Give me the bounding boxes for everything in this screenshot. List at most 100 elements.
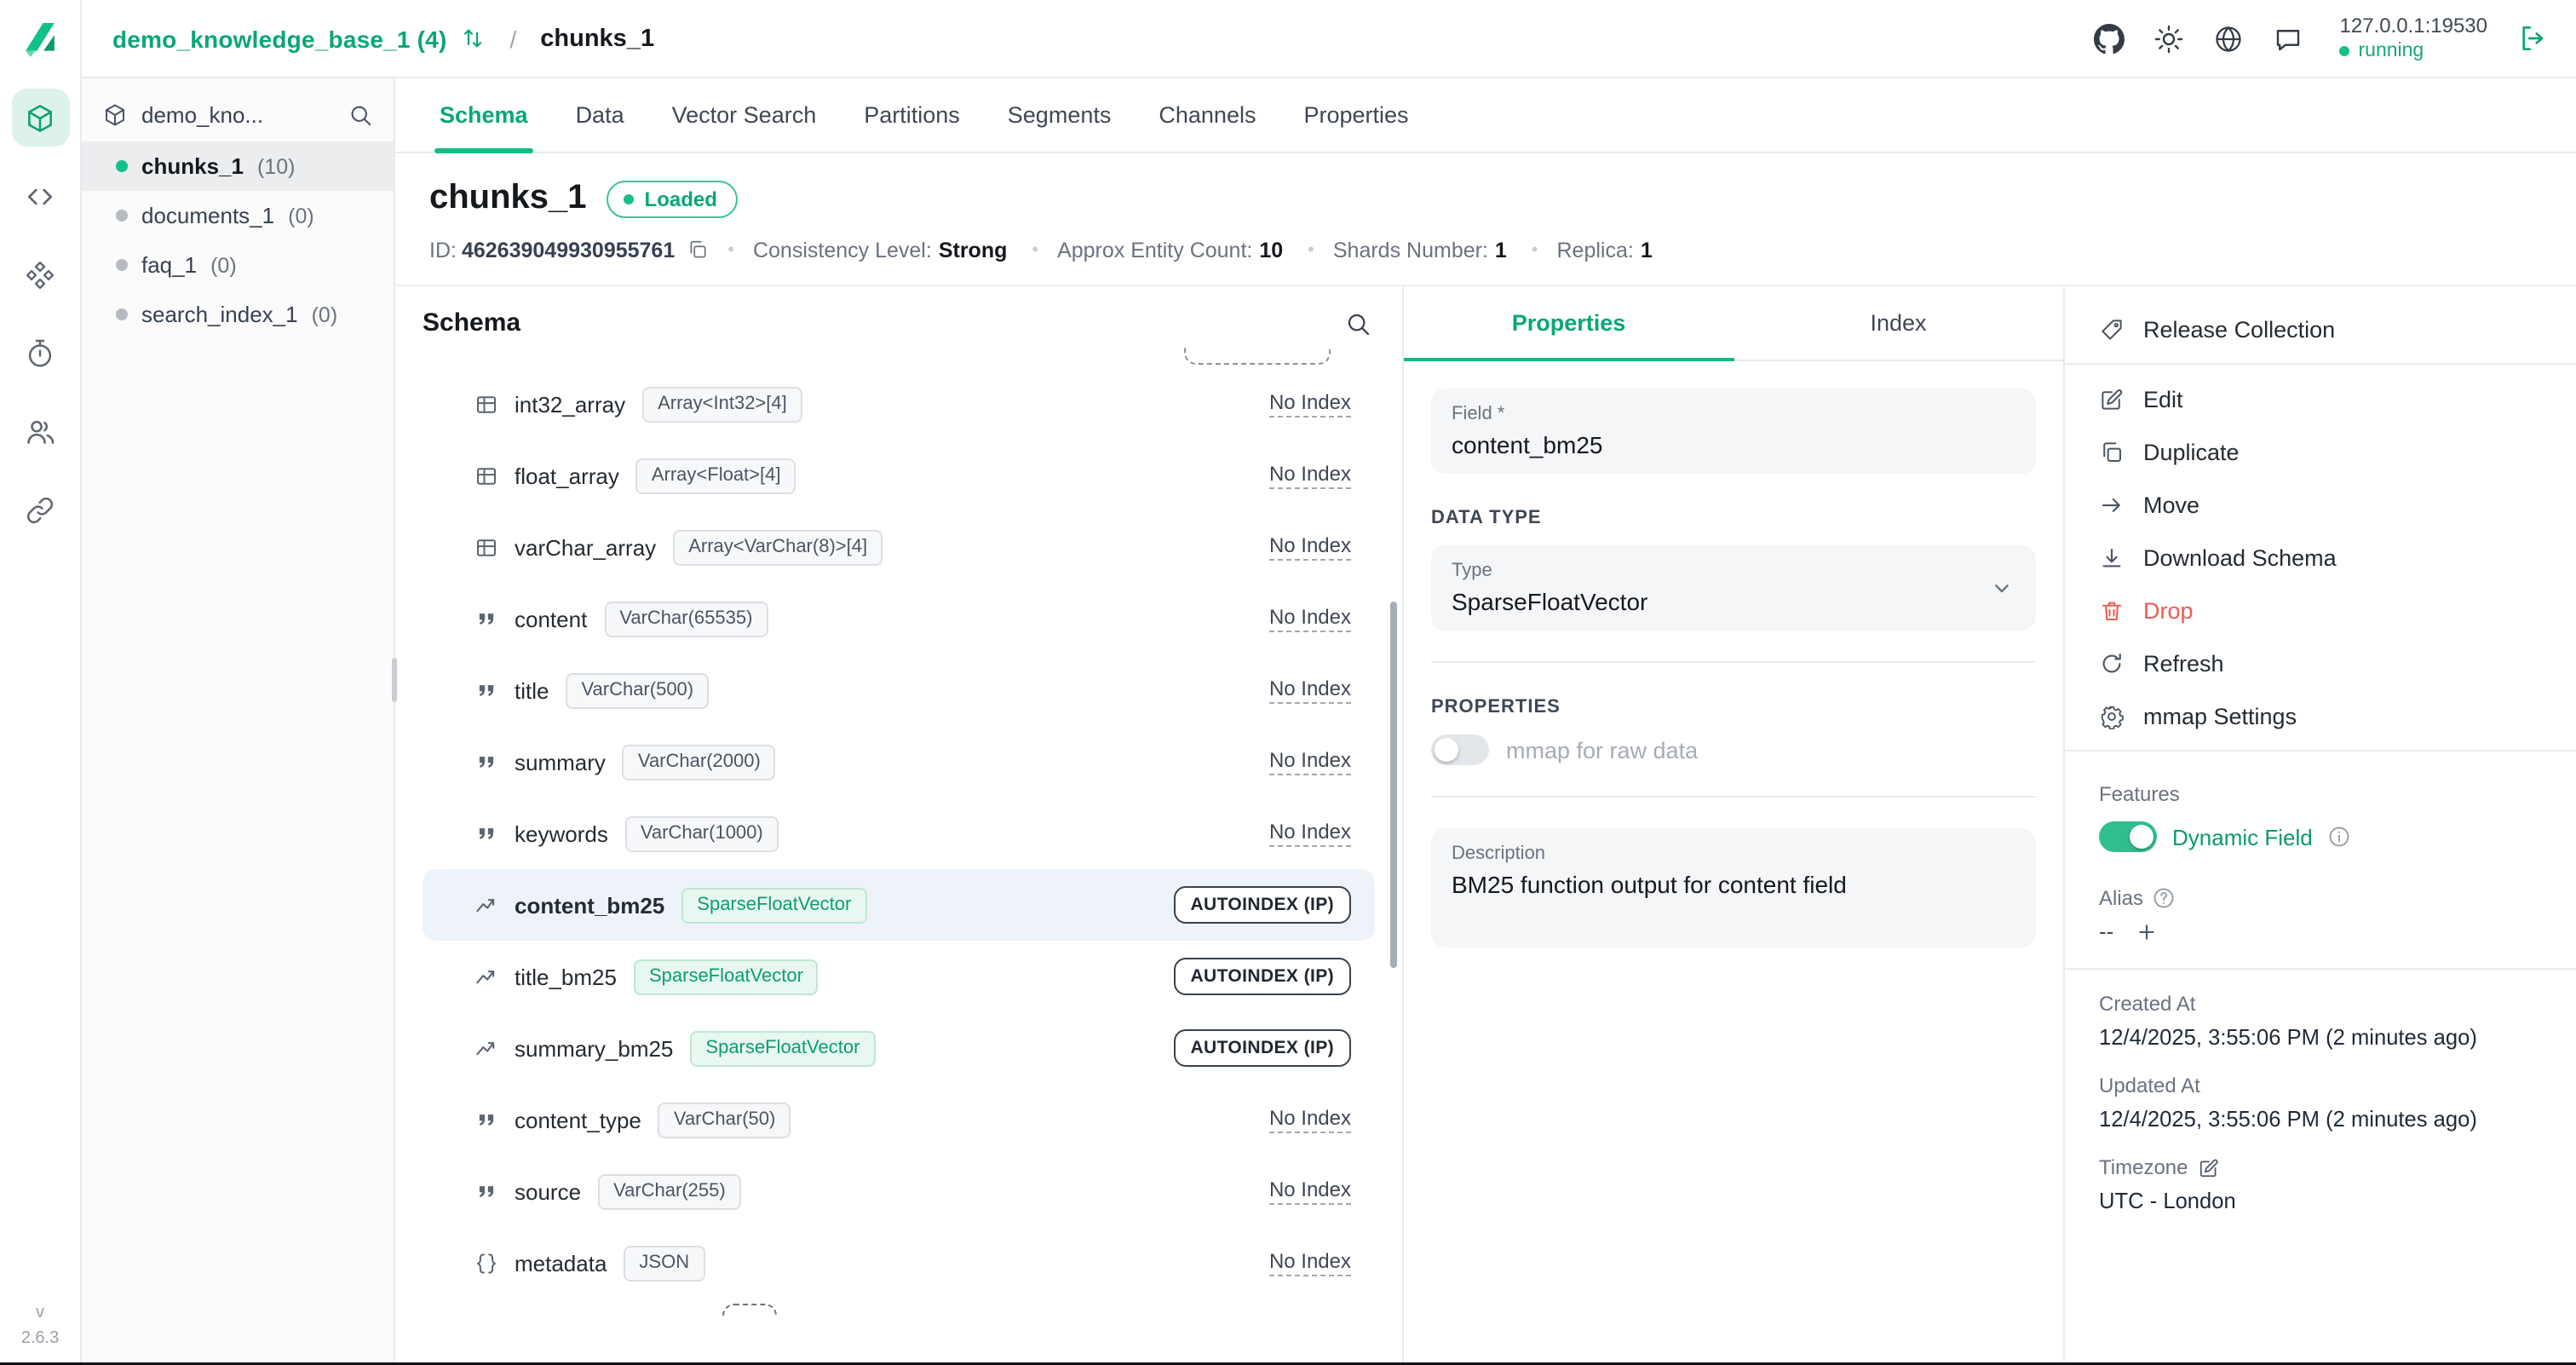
field-index-status[interactable]: No Index bbox=[1269, 533, 1351, 561]
sidebar-search-icon[interactable] bbox=[348, 102, 373, 128]
schema-field-row[interactable]: content VarChar(65535) No Index bbox=[423, 583, 1375, 654]
switch-database-icon[interactable] bbox=[461, 26, 486, 51]
field-name-box[interactable]: Field * content_bm25 bbox=[1431, 389, 2036, 474]
field-type-chip: VarChar(65535) bbox=[604, 601, 768, 636]
field-index-status[interactable]: No Index bbox=[1269, 1106, 1351, 1133]
detail-tab[interactable]: Index bbox=[1734, 286, 2063, 360]
text-icon bbox=[474, 749, 499, 775]
schema-field-row[interactable]: varChar_array Array<VarChar(8)>[4] No In… bbox=[423, 511, 1375, 583]
rail-item-jobs[interactable] bbox=[11, 324, 69, 382]
text-icon bbox=[474, 1178, 499, 1204]
field-index-status[interactable]: No Index bbox=[1269, 677, 1351, 704]
field-index-status[interactable]: No Index bbox=[1269, 1178, 1351, 1205]
app-version: v 2.6.3 bbox=[21, 1300, 60, 1351]
mmap-toggle[interactable] bbox=[1431, 734, 1489, 765]
breadcrumb-database[interactable]: demo_knowledge_base_1 (4) bbox=[112, 25, 447, 52]
info-icon[interactable] bbox=[2328, 825, 2352, 849]
schema-field-row[interactable]: summary_bm25 SparseFloatVector AUTOINDEX… bbox=[423, 1012, 1375, 1084]
action-item[interactable]: mmap Settings bbox=[2065, 690, 2576, 752]
language-globe-icon[interactable] bbox=[2214, 23, 2245, 54]
meta-bullet: • bbox=[1532, 240, 1538, 261]
copy-id-icon[interactable] bbox=[687, 239, 709, 261]
collection-item[interactable]: faq_1 (0) bbox=[82, 240, 394, 290]
main-tab[interactable]: Channels bbox=[1135, 78, 1279, 152]
schema-field-row[interactable]: title_bm25 SparseFloatVector AUTOINDEX (… bbox=[423, 941, 1375, 1012]
type-select[interactable]: Type SparseFloatVector bbox=[1431, 545, 2036, 631]
created-at-value: 12/4/2025, 3:55:06 PM (2 minutes ago) bbox=[2099, 1023, 2542, 1055]
refresh-icon bbox=[2099, 651, 2125, 677]
logout-icon[interactable] bbox=[2516, 22, 2549, 55]
rail-item-playground[interactable] bbox=[11, 167, 69, 225]
schema-field-row[interactable]: content_type VarChar(50) No Index bbox=[423, 1084, 1375, 1155]
rail-item-collections[interactable] bbox=[11, 89, 69, 147]
action-item[interactable]: Edit bbox=[2065, 373, 2576, 426]
field-index-status[interactable]: AUTOINDEX (IP) bbox=[1173, 1029, 1351, 1067]
schema-field-row[interactable]: int32_array Array<Int32>[4] No Index bbox=[423, 368, 1375, 440]
action-item[interactable]: Download Schema bbox=[2065, 532, 2576, 585]
clipped-row-above bbox=[423, 348, 1375, 368]
edit-timezone-icon[interactable] bbox=[2199, 1157, 2221, 1179]
schema-field-row[interactable]: metadata JSON No Index bbox=[423, 1227, 1375, 1299]
database-cube-icon bbox=[102, 102, 128, 128]
collection-item[interactable]: search_index_1 (0) bbox=[82, 290, 394, 339]
action-item[interactable]: Release Collection bbox=[2065, 303, 2576, 365]
dynamic-field-toggle[interactable] bbox=[2099, 821, 2157, 852]
feedback-chat-icon[interactable] bbox=[2274, 23, 2304, 54]
action-item[interactable]: Duplicate bbox=[2065, 426, 2576, 479]
action-item[interactable]: Move bbox=[2065, 479, 2576, 532]
field-name: content_type bbox=[515, 1107, 641, 1132]
schema-field-row[interactable]: source VarChar(255) No Index bbox=[423, 1155, 1375, 1227]
schema-scrollbar-thumb[interactable] bbox=[1390, 602, 1397, 968]
detail-tab[interactable]: Properties bbox=[1404, 286, 1734, 360]
meta-item: •Shards Number:1 bbox=[1308, 239, 1507, 262]
field-index-status[interactable]: No Index bbox=[1269, 462, 1351, 489]
dynamic-field-label: Dynamic Field bbox=[2172, 824, 2313, 850]
app-logo-icon bbox=[17, 15, 63, 61]
main-tab[interactable]: Data bbox=[552, 78, 648, 152]
sidebar-database-header[interactable]: demo_kno... bbox=[82, 92, 394, 141]
vector-icon bbox=[474, 1035, 499, 1061]
attu-app-window: v 2.6.3 demo_knowledge_base_1 (4) / chun… bbox=[0, 0, 2576, 1365]
schema-field-row[interactable]: title VarChar(500) No Index bbox=[423, 654, 1375, 726]
field-index-status[interactable]: AUTOINDEX (IP) bbox=[1173, 886, 1351, 924]
main-tab[interactable]: Schema bbox=[416, 78, 552, 152]
collection-name: search_index_1 bbox=[141, 302, 298, 327]
rail-item-connections[interactable] bbox=[11, 481, 69, 539]
field-index-status[interactable]: No Index bbox=[1269, 1249, 1351, 1276]
collection-item[interactable]: documents_1 (0) bbox=[82, 191, 394, 240]
field-type-chip: VarChar(2000) bbox=[623, 744, 776, 780]
move-icon bbox=[2099, 492, 2125, 518]
top-bar-actions: 127.0.0.1:19530 running bbox=[2095, 14, 2550, 64]
field-index-status[interactable]: No Index bbox=[1269, 820, 1351, 847]
field-type-chip: VarChar(255) bbox=[598, 1173, 741, 1209]
schema-search-icon[interactable] bbox=[1344, 309, 1371, 337]
theme-sun-icon[interactable] bbox=[2154, 23, 2185, 54]
field-type-chip: Array<Int32>[4] bbox=[642, 386, 802, 422]
field-type-chip: VarChar(50) bbox=[658, 1102, 791, 1138]
schema-field-row[interactable]: content_bm25 SparseFloatVector AUTOINDEX… bbox=[423, 869, 1375, 941]
timezone-block: Timezone UTC - London bbox=[2065, 1140, 2576, 1222]
field-index-status[interactable]: No Index bbox=[1269, 748, 1351, 775]
main-tab[interactable]: Properties bbox=[1279, 78, 1432, 152]
field-index-status[interactable]: No Index bbox=[1269, 390, 1351, 418]
field-index-status[interactable]: No Index bbox=[1269, 605, 1351, 632]
breadcrumb-collection: chunks_1 bbox=[540, 25, 654, 52]
schema-field-row[interactable]: keywords VarChar(1000) No Index bbox=[423, 798, 1375, 869]
field-type-chip: JSON bbox=[624, 1245, 704, 1281]
main-tab[interactable]: Segments bbox=[984, 78, 1136, 152]
schema-field-row[interactable]: summary VarChar(2000) No Index bbox=[423, 726, 1375, 798]
rail-item-users[interactable] bbox=[11, 402, 69, 460]
rail-item-api[interactable] bbox=[11, 245, 69, 303]
add-alias-icon[interactable] bbox=[2134, 919, 2158, 943]
action-item[interactable]: Refresh bbox=[2065, 637, 2576, 690]
schema-field-row[interactable]: float_array Array<Float>[4] No Index bbox=[423, 440, 1375, 511]
main-tab[interactable]: Partitions bbox=[840, 78, 984, 152]
action-item[interactable]: Drop bbox=[2065, 585, 2576, 637]
main-tab[interactable]: Vector Search bbox=[648, 78, 841, 152]
field-index-status[interactable]: AUTOINDEX (IP) bbox=[1173, 958, 1351, 995]
github-icon[interactable] bbox=[2095, 23, 2125, 54]
alias-help-icon[interactable] bbox=[2152, 886, 2176, 910]
meta-item: •Replica:1 bbox=[1532, 239, 1653, 262]
collection-id: ID:462639049930955761 bbox=[429, 238, 675, 262]
collection-item[interactable]: chunks_1 (10) bbox=[82, 141, 394, 191]
